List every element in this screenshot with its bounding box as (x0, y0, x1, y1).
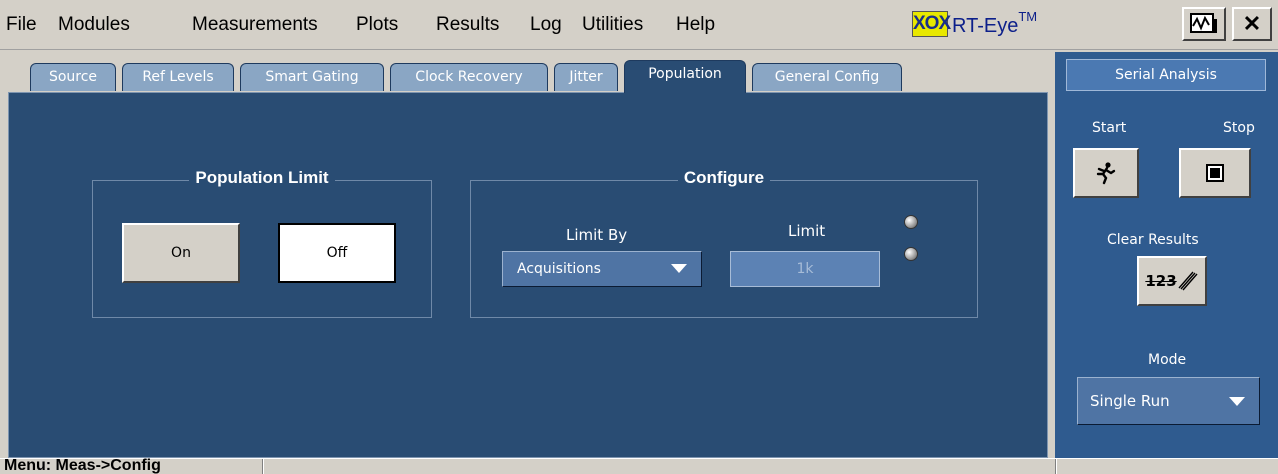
limit-input[interactable]: 1k (730, 251, 880, 287)
clear-icon-text: 123 (1145, 272, 1177, 290)
menu-bar: File Modules Measurements Plots Results … (0, 0, 1278, 50)
configure-group: Configure (470, 168, 978, 318)
mode-label: Mode (1148, 352, 1187, 368)
tab-ref-levels[interactable]: Ref Levels (122, 63, 234, 91)
status-bar: Menu: Meas->Config (0, 457, 1278, 474)
population-limit-title: Population Limit (189, 168, 335, 187)
logo-trademark: TM (1018, 9, 1038, 24)
stop-button[interactable] (1179, 148, 1251, 198)
waveform-toggle-button[interactable] (1182, 7, 1226, 41)
logo-mark: XOX (912, 11, 951, 37)
start-button[interactable] (1073, 148, 1139, 198)
close-icon: ✕ (1242, 11, 1262, 36)
population-on-button[interactable]: On (122, 223, 240, 283)
tab-jitter[interactable]: Jitter (554, 63, 618, 91)
limit-label: Limit (788, 222, 826, 240)
menu-measurements[interactable]: Measurements (192, 14, 318, 36)
logo-name: RT-Eye (952, 15, 1019, 37)
tab-general-config[interactable]: General Config (752, 63, 902, 91)
menu-file[interactable]: File (6, 14, 37, 36)
limit-by-dropdown[interactable]: Acquisitions (502, 251, 702, 287)
close-button[interactable]: ✕ (1232, 7, 1272, 41)
mode-dropdown[interactable]: Single Run (1077, 377, 1260, 425)
status-divider (1055, 459, 1057, 474)
tab-population[interactable]: Population (624, 60, 746, 93)
population-off-button[interactable]: Off (278, 223, 396, 283)
configure-title: Configure (677, 168, 771, 187)
start-label: Start (1092, 120, 1127, 136)
menu-modules[interactable]: Modules (58, 14, 130, 36)
limit-by-label: Limit By (566, 226, 628, 244)
knob-indicator-icon[interactable] (904, 247, 918, 261)
menu-log[interactable]: Log (530, 14, 562, 36)
right-control-panel: Serial Analysis Start Stop Clear Results… (1055, 52, 1278, 458)
stop-icon (1206, 164, 1224, 182)
tab-source[interactable]: Source (30, 63, 116, 91)
running-man-icon (1096, 162, 1116, 185)
clear-results-label: Clear Results (1107, 232, 1199, 248)
clear-results-button[interactable]: 123 (1137, 256, 1207, 306)
tab-clock-recovery[interactable]: Clock Recovery (390, 63, 548, 91)
chevron-down-icon (671, 264, 687, 273)
limit-by-value: Acquisitions (517, 261, 601, 277)
knob-indicator-icon[interactable] (904, 215, 918, 229)
logo-text: RT-EyeTM (952, 9, 1037, 38)
menu-plots[interactable]: Plots (356, 14, 398, 36)
stop-label: Stop (1223, 120, 1255, 136)
waveform-icon (1190, 13, 1217, 33)
status-divider (262, 459, 264, 474)
eraser-icon (1178, 271, 1198, 291)
menu-utilities[interactable]: Utilities (582, 14, 643, 36)
menu-results[interactable]: Results (436, 14, 499, 36)
serial-analysis-button[interactable]: Serial Analysis (1066, 59, 1266, 91)
mode-value: Single Run (1090, 392, 1170, 410)
chevron-down-icon (1229, 397, 1245, 406)
menu-help[interactable]: Help (676, 14, 715, 36)
tab-smart-gating[interactable]: Smart Gating (240, 63, 384, 91)
status-text: Menu: Meas->Config (4, 457, 161, 474)
